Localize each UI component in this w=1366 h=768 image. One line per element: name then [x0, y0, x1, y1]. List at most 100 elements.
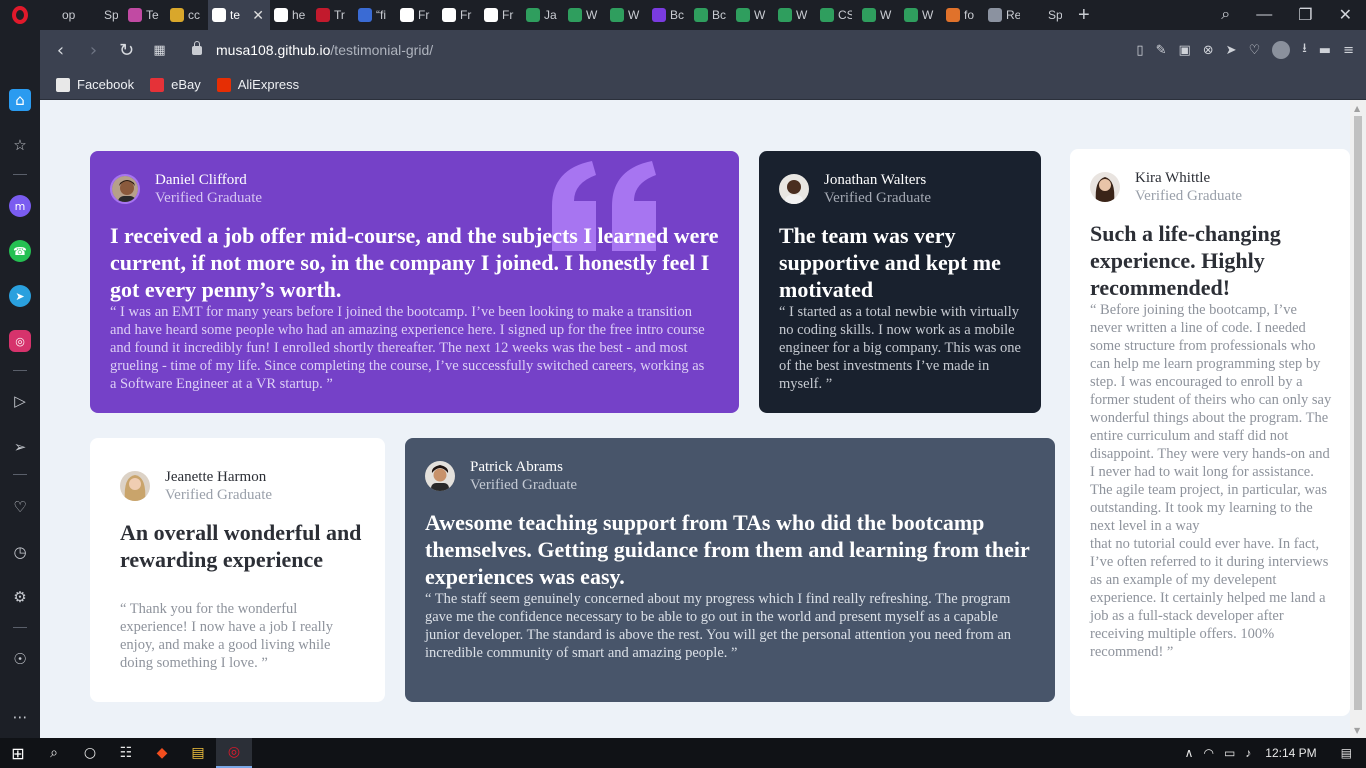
lock-icon[interactable] [192, 40, 202, 55]
browser-tab[interactable]: fo [942, 0, 984, 30]
opera-taskbar-icon[interactable]: ◎ [216, 738, 252, 768]
testimonial-card-jonathan: Jonathan Walters Verified Graduate The t… [759, 151, 1041, 413]
more-icon[interactable]: ⋯ [9, 706, 31, 728]
camera-icon[interactable]: ▣ [1178, 43, 1190, 58]
volume-icon[interactable]: ♪ [1245, 746, 1251, 760]
favorites-heart-icon[interactable]: ♡ [9, 496, 31, 518]
testimonial-headline: Awesome teaching support from TAs who di… [425, 510, 1030, 589]
tab-label: Bc [712, 8, 726, 22]
browser-tab[interactable]: Te [124, 0, 166, 30]
instagram-icon[interactable]: ◎ [9, 330, 31, 352]
person-name: Daniel Clifford [155, 172, 247, 188]
scroll-up-arrow-icon[interactable]: ▲ [1354, 104, 1360, 113]
browser-tab[interactable]: W [606, 0, 648, 30]
bookmark-item[interactable]: eBay [150, 77, 201, 92]
cortana-icon[interactable]: ○ [72, 738, 108, 768]
browser-tab[interactable]: cc [166, 0, 208, 30]
browser-tab[interactable]: “fi [354, 0, 396, 30]
new-tab-button[interactable]: + [1078, 4, 1090, 27]
browser-tab[interactable]: Ja [522, 0, 564, 30]
clock[interactable]: 12:14 PM [1265, 746, 1316, 760]
search-icon[interactable]: ⌕ [36, 738, 72, 768]
browser-tab[interactable]: W [858, 0, 900, 30]
tab-label: “fi [376, 8, 386, 22]
home-icon[interactable]: ⌂ [9, 89, 31, 111]
browser-tab[interactable]: Tr [312, 0, 354, 30]
history-clock-icon[interactable]: ◷ [9, 541, 31, 563]
minimize-button[interactable]: — [1256, 6, 1272, 24]
sidebar-divider [13, 174, 27, 175]
browser-tab[interactable]: Sp [1026, 0, 1068, 30]
browser-tab[interactable]: Bc [690, 0, 732, 30]
profile-avatar[interactable] [1272, 41, 1291, 59]
tab-label: Tr [334, 8, 345, 22]
tab-favicon-icon [862, 8, 876, 22]
send-icon[interactable]: ➤ [1226, 43, 1237, 58]
back-button[interactable]: ‹ [44, 40, 77, 61]
flow-icon[interactable]: ➢ [9, 436, 31, 458]
browser-tab[interactable]: he [270, 0, 312, 30]
person-header: Jonathan Walters Verified Graduate [779, 171, 931, 207]
browser-tab[interactable]: W [564, 0, 606, 30]
tab-favicon-icon [904, 8, 918, 22]
page-scrollbar[interactable]: ▲ ▼ [1350, 100, 1366, 738]
tab-favicon-icon [400, 8, 414, 22]
battery-icon[interactable]: ▬ [1319, 43, 1331, 58]
windows-start-icon[interactable]: ⊞ [0, 738, 36, 768]
bookmark-label: Facebook [77, 77, 135, 92]
bookmark-item[interactable]: AliExpress [216, 77, 299, 92]
reload-button[interactable]: ↻ [110, 40, 143, 61]
menu-icon[interactable]: ≡ [1343, 43, 1354, 58]
browser-tab[interactable]: Fr [438, 0, 480, 30]
settings-gear-icon[interactable]: ⚙ [9, 586, 31, 608]
bookmark-item[interactable]: Facebook [56, 77, 134, 92]
browser-tab[interactable]: te ✕ [208, 0, 270, 30]
tab-favicon-icon [86, 8, 100, 22]
player-icon[interactable]: ▷ [9, 390, 31, 412]
browser-tab[interactable]: Bc [648, 0, 690, 30]
restore-button[interactable]: ❐ [1298, 5, 1312, 25]
task-view-icon[interactable]: ☷ [108, 738, 144, 768]
tips-bulb-icon[interactable]: ☉ [9, 648, 31, 670]
browser-tab[interactable]: W [900, 0, 942, 30]
browser-tab[interactable]: Fr [480, 0, 522, 30]
tabs-grid-icon[interactable]: ▦ [143, 43, 176, 58]
adblock-icon[interactable]: ⊗ [1203, 43, 1214, 58]
browser-tab[interactable]: Re [984, 0, 1026, 30]
browser-tab[interactable]: Fr [396, 0, 438, 30]
notifications-icon[interactable]: ▤ [1341, 746, 1352, 760]
whatsapp-icon[interactable]: ☎ [9, 240, 31, 262]
tab-favicon-icon [358, 8, 372, 22]
reader-mode-icon[interactable]: ▯ [1136, 43, 1143, 58]
browser-tab[interactable]: op [40, 0, 82, 30]
browser-tab[interactable]: W [732, 0, 774, 30]
tab-label: W [586, 8, 598, 22]
tab-favicon-icon [652, 8, 666, 22]
tray-chevron-icon[interactable]: ∧ [1185, 746, 1194, 760]
battery-tray-icon[interactable]: ▭ [1224, 746, 1235, 760]
testimonial-quote-part: “ Before joining the bootcamp, I’ve neve… [1090, 302, 1332, 534]
browser-tab[interactable]: W [774, 0, 816, 30]
edit-icon[interactable]: ✎ [1156, 43, 1167, 58]
telegram-icon[interactable]: ➤ [9, 285, 31, 307]
browser-tab[interactable]: Sp [82, 0, 124, 30]
opera-logo-icon[interactable] [0, 0, 40, 30]
close-tab-icon[interactable]: ✕ [252, 7, 264, 24]
file-explorer-icon[interactable]: ▤ [180, 738, 216, 768]
browser-tab[interactable]: CS [816, 0, 858, 30]
wifi-icon[interactable]: ◠ [1203, 746, 1213, 760]
bookmarks-bar: Facebook eBay AliExpress [40, 70, 1366, 100]
speed-dial-icon[interactable]: ☆ [9, 134, 31, 156]
testimonial-card-patrick: Patrick Abrams Verified Graduate Awesome… [405, 438, 1055, 702]
close-window-button[interactable]: ✕ [1339, 5, 1352, 25]
forward-button[interactable]: › [77, 40, 110, 61]
heart-icon[interactable]: ♡ [1249, 43, 1261, 58]
download-icon[interactable]: ⭳ [1302, 39, 1307, 61]
person-header: Kira Whittle Verified Graduate [1090, 169, 1242, 205]
scrollbar-thumb[interactable] [1354, 116, 1362, 710]
scroll-down-arrow-icon[interactable]: ▼ [1354, 726, 1360, 735]
figma-icon[interactable]: ◆ [144, 738, 180, 768]
messenger-icon[interactable]: m [9, 195, 31, 217]
url-field[interactable]: musa108.github.io/testimonial-grid/ [216, 42, 433, 58]
search-tabs-icon[interactable]: ⌕ [1221, 6, 1230, 24]
